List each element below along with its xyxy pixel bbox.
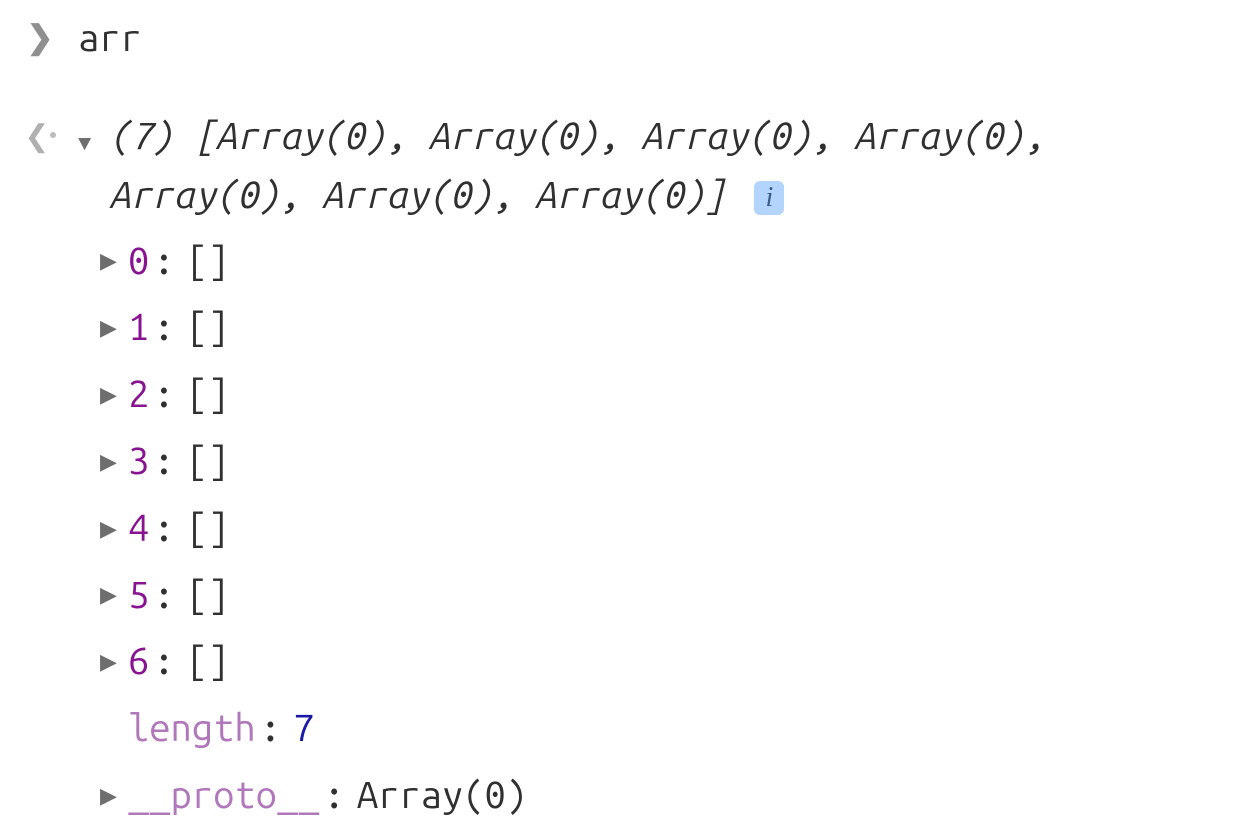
property-index-5[interactable]: ▶5:[] xyxy=(100,565,1226,626)
prop-value-proto: Array(0) xyxy=(357,765,527,826)
disclosure-triangle-right-icon[interactable]: ▶ xyxy=(100,644,124,679)
colon: : xyxy=(260,698,281,759)
prop-key-proto: __proto__ xyxy=(128,765,320,826)
property-index-3[interactable]: ▶3:[] xyxy=(100,431,1226,492)
prop-value: [] xyxy=(187,565,230,626)
disclosure-triangle-right-icon[interactable]: ▶ xyxy=(100,511,124,546)
array-properties-list: ▶0:[]▶1:[]▶2:[]▶3:[]▶4:[]▶5:[]▶6:[] leng… xyxy=(100,231,1226,826)
colon: : xyxy=(153,431,174,492)
disclosure-triangle-right-icon[interactable]: ▶ xyxy=(100,243,124,278)
prop-key: 4 xyxy=(128,498,149,559)
input-prompt-col: ❯ xyxy=(20,8,60,63)
prop-value: [] xyxy=(187,231,230,292)
prop-value: [] xyxy=(187,498,230,559)
array-summary-block[interactable]: ▼ (7) [Array(0), Array(0), Array(0), Arr… xyxy=(78,107,1226,225)
colon: : xyxy=(153,565,174,626)
output-chevron-icon: ❮ xyxy=(24,111,55,159)
console-input-row: ❯ arr xyxy=(20,8,1226,69)
output-content: ▼ (7) [Array(0), Array(0), Array(0), Arr… xyxy=(78,97,1226,832)
colon: : xyxy=(153,297,174,358)
array-body: [Array(0), Array(0), Array(0), Array(0),… xyxy=(110,115,1046,216)
prop-value: [] xyxy=(187,631,230,692)
colon: : xyxy=(324,765,345,826)
colon: : xyxy=(153,498,174,559)
prop-value: [] xyxy=(187,297,230,358)
disclosure-triangle-right-icon[interactable]: ▶ xyxy=(100,444,124,479)
disclosure-triangle-right-icon[interactable]: ▶ xyxy=(100,778,124,813)
disclosure-triangle-down-icon[interactable]: ▼ xyxy=(78,107,104,160)
prop-key: 5 xyxy=(128,565,149,626)
output-prompt-col: ❮ xyxy=(20,97,60,159)
property-index-6[interactable]: ▶6:[] xyxy=(100,631,1226,692)
prop-key: 6 xyxy=(128,631,149,692)
prop-key: 3 xyxy=(128,431,149,492)
colon: : xyxy=(153,631,174,692)
property-index-0[interactable]: ▶0:[] xyxy=(100,231,1226,292)
colon: : xyxy=(153,231,174,292)
input-chevron-icon: ❯ xyxy=(27,12,54,63)
prop-key: 1 xyxy=(128,297,149,358)
prop-value-length: 7 xyxy=(293,698,314,759)
colon: : xyxy=(153,364,174,425)
property-index-1[interactable]: ▶1:[] xyxy=(100,297,1226,358)
property-index-4[interactable]: ▶4:[] xyxy=(100,498,1226,559)
info-badge-icon[interactable]: i xyxy=(754,181,784,215)
console-output-row: ❮ ▼ (7) [Array(0), Array(0), Array(0), A… xyxy=(20,97,1226,832)
prop-key-length: length xyxy=(128,698,256,759)
input-content[interactable]: arr xyxy=(78,8,1226,69)
property-index-2[interactable]: ▶2:[] xyxy=(100,364,1226,425)
prop-value: [] xyxy=(187,431,230,492)
prop-key: 0 xyxy=(128,231,149,292)
prop-key: 2 xyxy=(128,364,149,425)
property-length[interactable]: length: 7 xyxy=(100,698,1226,759)
input-expression: arr xyxy=(78,17,142,59)
disclosure-triangle-right-icon[interactable]: ▶ xyxy=(100,577,124,612)
property-proto[interactable]: ▶ __proto__: Array(0) xyxy=(100,765,1226,826)
disclosure-triangle-right-icon[interactable]: ▶ xyxy=(100,310,124,345)
prop-value: [] xyxy=(187,364,230,425)
disclosure-triangle-right-icon[interactable]: ▶ xyxy=(100,377,124,412)
array-summary-text[interactable]: (7) [Array(0), Array(0), Array(0), Array… xyxy=(110,107,1226,225)
array-length-prefix: (7) xyxy=(110,115,195,157)
